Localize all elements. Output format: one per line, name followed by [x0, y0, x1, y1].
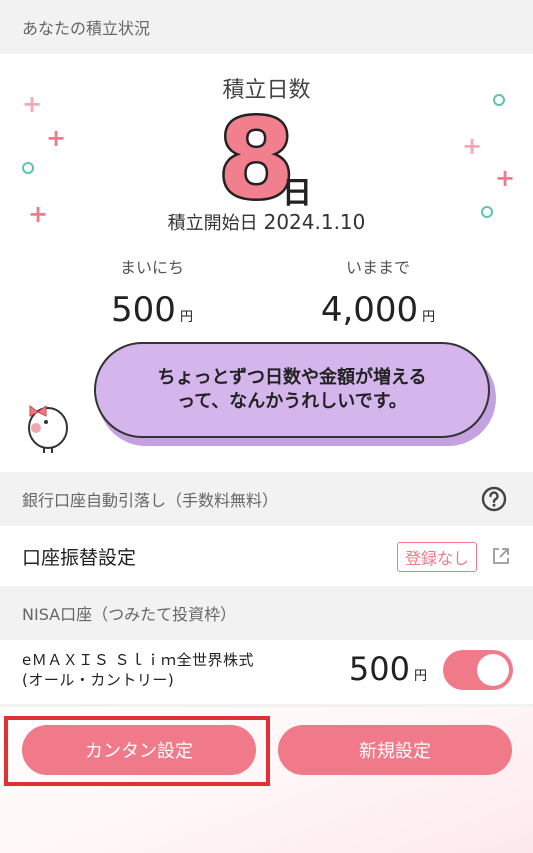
- fund-name-line-2: (オール・カントリー): [22, 671, 175, 690]
- fund-toggle[interactable]: [443, 650, 513, 690]
- circle-decoration-icon: [22, 162, 34, 174]
- highlight-box: [4, 716, 270, 786]
- section-title-nisa: NISA口座（つみたて投資枠）: [22, 605, 237, 624]
- question-circle-icon[interactable]: [481, 486, 507, 512]
- section-header-nisa: NISA口座（つみたて投資枠）: [0, 586, 533, 640]
- days-unit: 日: [282, 176, 312, 211]
- external-link-icon[interactable]: [491, 546, 511, 566]
- action-area: カンタン設定 新規設定: [0, 707, 533, 853]
- daily-amount: 500: [111, 290, 176, 330]
- start-date-row: 積立開始日 2024.1.10: [0, 209, 533, 235]
- speech-bubble: ちょっとずつ日数や金額が増える って、なんかうれしいです。: [88, 338, 498, 448]
- fund-name: eＭＡＸＩＳ Ｓｌｉｍ全世界株式 (オール・カントリー): [22, 650, 254, 691]
- fund-row: eＭＡＸＩＳ Ｓｌｉｍ全世界株式 (オール・カントリー) 500 円: [0, 640, 533, 704]
- fund-amount-value: 500: [348, 650, 410, 688]
- section-header-savings: あなたの積立状況: [0, 0, 533, 54]
- message-line-1: ちょっとずつ日数や金額が増える: [157, 366, 427, 388]
- plus-decoration-icon: +: [46, 124, 67, 152]
- speech-bubble-text: ちょっとずつ日数や金額が増える って、なんかうれしいです。: [94, 342, 490, 438]
- section-header-bank: 銀行口座自動引落し（手数料無料）: [0, 472, 533, 526]
- start-date-label: 積立開始日: [167, 213, 258, 234]
- plus-decoration-icon: +: [462, 132, 483, 160]
- daily-amount-stat: まいにち 500 円: [72, 254, 232, 330]
- yen-unit: 円: [179, 310, 193, 325]
- yen-unit: 円: [413, 669, 427, 684]
- daily-label: まいにち: [119, 258, 184, 277]
- section-title-savings: あなたの積立状況: [22, 19, 151, 38]
- section-title-bank: 銀行口座自動引落し（手数料無料）: [22, 491, 279, 510]
- message-line-2: って、なんかうれしいです。: [177, 391, 407, 412]
- new-setup-button[interactable]: 新規設定: [278, 725, 512, 775]
- total-label: いままで: [345, 258, 410, 277]
- fund-amount: 500 円: [349, 650, 427, 688]
- plus-decoration-icon: +: [495, 164, 516, 192]
- total-amount: 4,000: [320, 290, 419, 330]
- yen-unit: 円: [422, 310, 436, 325]
- status-badge: 登録なし: [396, 542, 477, 572]
- bird-mascot-icon: [28, 405, 68, 453]
- total-amount-stat: いままで 4,000 円: [298, 254, 458, 330]
- bank-transfer-label: 口座振替設定: [22, 546, 137, 569]
- toggle-knob: [477, 654, 509, 686]
- fund-name-line-1: eＭＡＸＩＳ Ｓｌｉｍ全世界株式: [22, 651, 254, 669]
- bank-transfer-row[interactable]: 口座振替設定 登録なし: [0, 526, 533, 586]
- savings-card: + + + + + 積立日数 8 日 積立開始日 2024.1.10 まいにち 5…: [0, 54, 533, 472]
- start-date-value: 2024.1.10: [263, 210, 366, 234]
